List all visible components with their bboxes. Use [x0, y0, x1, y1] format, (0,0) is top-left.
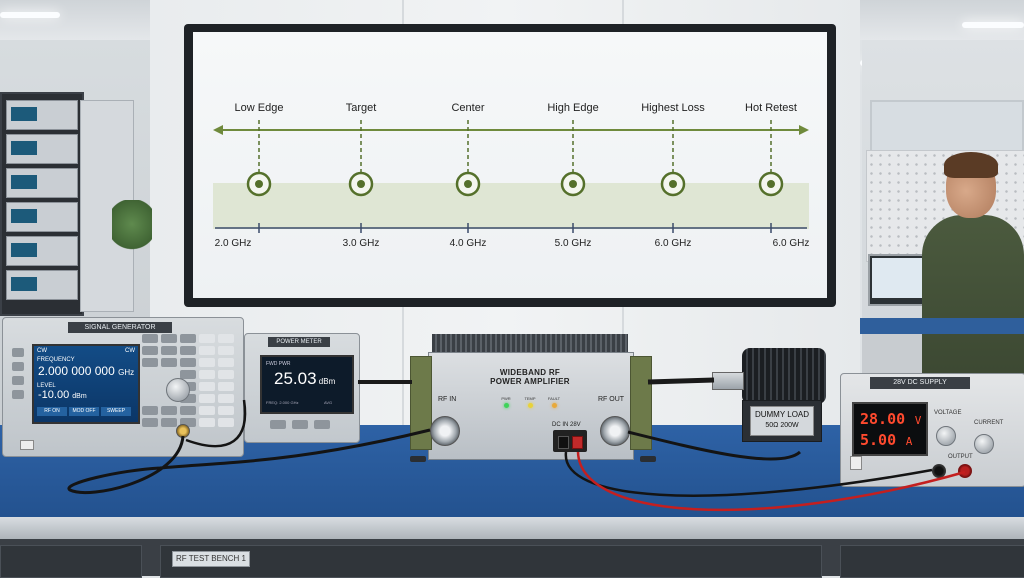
output-coax	[647, 377, 715, 385]
sensor-cable	[185, 399, 247, 448]
cables	[67, 377, 966, 512]
output-cable	[627, 430, 802, 461]
rf-input-cable	[67, 428, 431, 495]
dc-positive-lead	[576, 451, 966, 512]
